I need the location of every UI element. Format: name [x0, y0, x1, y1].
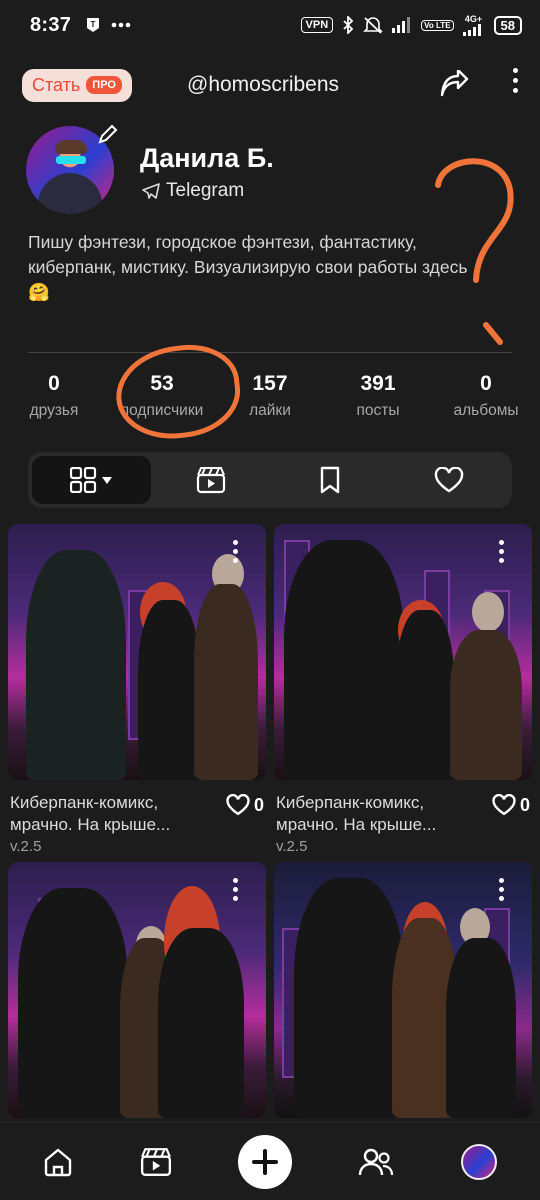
create-post-button[interactable]	[237, 1134, 292, 1189]
post-more-icon[interactable]	[499, 878, 504, 901]
post-like-count: 0	[519, 794, 530, 815]
more-notifs-icon	[111, 22, 131, 28]
heart-icon	[434, 467, 463, 493]
telegram-label: Telegram	[166, 180, 245, 201]
tab-grid[interactable]	[32, 456, 151, 504]
stat-posts[interactable]: 391 посты	[324, 372, 432, 420]
become-pro-button[interactable]: Стать ПРО	[22, 68, 132, 102]
grid-icon	[69, 467, 112, 493]
bookmark-icon	[320, 466, 339, 494]
profile-stats: 0 друзья 53 подписчики 157 лайки 391 пос…	[0, 372, 540, 420]
post-more-icon[interactable]	[233, 540, 238, 563]
post-like-button[interactable]: 0	[226, 794, 264, 816]
svg-text:T: T	[91, 20, 96, 29]
become-pro-label: Стать	[32, 74, 81, 95]
bottom-nav	[0, 1122, 540, 1200]
plus-icon	[251, 1148, 278, 1175]
post-image[interactable]	[274, 524, 532, 780]
post-more-icon[interactable]	[499, 540, 504, 563]
post-version: v.2.5	[276, 838, 308, 855]
tab-videos[interactable]	[151, 456, 270, 504]
heart-icon	[492, 794, 516, 816]
status-bar: 8:37 T VPN Vo LTE 4G+ 58	[0, 0, 540, 50]
more-vert-icon[interactable]	[513, 68, 518, 93]
tab-saved[interactable]	[270, 456, 389, 504]
annotation-question-mark	[435, 158, 514, 345]
post-card[interactable]	[8, 862, 266, 1118]
telegram-link[interactable]: Telegram	[142, 180, 244, 202]
pro-badge: ПРО	[86, 76, 122, 94]
content-tabs	[28, 452, 512, 508]
post-image[interactable]	[8, 524, 266, 780]
people-icon[interactable]	[358, 1147, 394, 1177]
battery-level: 58	[493, 15, 522, 35]
post-version: v.2.5	[10, 838, 42, 855]
profile-name: Данила Б.	[140, 143, 274, 173]
home-icon[interactable]	[43, 1147, 73, 1177]
annotation-circle	[111, 339, 245, 445]
post-card[interactable]: Киберпанк-комикс, мрачно. На крыше... v.…	[274, 524, 532, 855]
edit-pencil-icon[interactable]	[96, 122, 120, 146]
volte-badge: Vo LTE	[421, 19, 454, 31]
post-title: Киберпанк-комикс, мрачно. На крыше...	[10, 793, 171, 834]
post-image[interactable]	[274, 862, 532, 1118]
telegram-icon	[142, 183, 160, 199]
clapperboard-icon	[196, 467, 225, 494]
posts-grid: Киберпанк-комикс, мрачно. На крыше... v.…	[8, 524, 532, 1118]
clapperboard-icon[interactable]	[140, 1147, 172, 1177]
share-icon[interactable]	[438, 70, 470, 98]
profile-avatar-tab[interactable]	[460, 1143, 497, 1180]
post-more-icon[interactable]	[233, 878, 238, 901]
profile-bio: Пишу фэнтези, городское фэнтези, фантаст…	[28, 232, 468, 302]
vpn-badge: VPN	[300, 17, 334, 33]
post-card[interactable]	[274, 862, 532, 1118]
post-like-count: 0	[253, 794, 264, 815]
divider	[28, 352, 512, 353]
post-image[interactable]	[8, 862, 266, 1118]
stat-friends[interactable]: 0 друзья	[0, 372, 108, 420]
status-time: 8:37	[30, 13, 72, 36]
network-type: 4G+	[464, 14, 483, 24]
stat-albums[interactable]: 0 альбомы	[432, 372, 540, 420]
heart-icon	[226, 794, 250, 816]
signal-icon-2	[462, 24, 481, 36]
post-card[interactable]: Киберпанк-комикс, мрачно. На крыше... v.…	[8, 524, 266, 855]
profile-header: Стать ПРО @homoscribens	[22, 62, 522, 108]
signal-icon-1	[392, 17, 411, 33]
tab-liked[interactable]	[389, 456, 508, 504]
profile-handle: @homoscribens	[187, 73, 340, 96]
mute-icon	[363, 17, 384, 34]
post-like-button[interactable]: 0	[492, 794, 530, 816]
bluetooth-icon	[343, 16, 354, 34]
post-title: Киберпанк-комикс, мрачно. На крыше...	[276, 793, 437, 834]
telegram-notif-icon: T	[87, 18, 100, 32]
